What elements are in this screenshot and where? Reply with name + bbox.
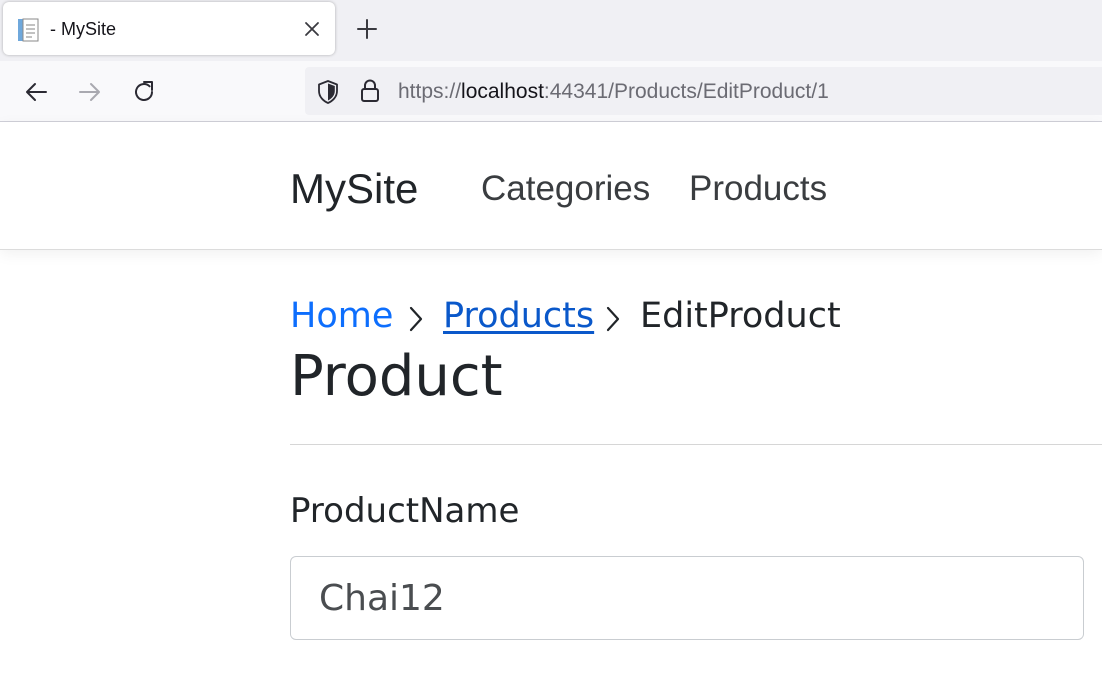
browser-toolbar: https://localhost:44341/Products/EditPro… (0, 61, 1102, 122)
shield-icon[interactable] (316, 79, 340, 105)
plus-icon[interactable] (354, 16, 380, 42)
url-path: :44341/Products/EditProduct/1 (543, 80, 829, 103)
arrow-left-icon[interactable] (22, 78, 50, 106)
product-name-label: ProductName (290, 491, 520, 531)
divider (290, 444, 1102, 445)
url-host: localhost (461, 80, 544, 103)
breadcrumb-products[interactable]: Products (443, 296, 594, 336)
product-name-input[interactable] (290, 556, 1084, 640)
nav-link-products[interactable]: Products (689, 169, 827, 209)
chevron-right-icon (603, 303, 623, 333)
site-brand[interactable]: MySite (290, 165, 418, 213)
breadcrumb-current: EditProduct (640, 296, 841, 336)
url-scheme: https:// (398, 80, 462, 103)
chevron-right-icon (406, 303, 426, 333)
nav-link-categories[interactable]: Categories (481, 169, 650, 209)
address-bar[interactable]: https://localhost:44341/Products/EditPro… (305, 67, 1102, 115)
lock-icon[interactable] (359, 78, 381, 104)
browser-tab-strip: - MySite (0, 0, 1102, 61)
tab-title: - MySite (50, 19, 117, 39)
close-icon[interactable] (301, 18, 323, 40)
browser-tab[interactable]: - MySite (3, 2, 335, 55)
url-text[interactable]: https://localhost:44341/Products/EditPro… (398, 80, 829, 104)
page-title: Product (290, 344, 503, 409)
breadcrumb-home[interactable]: Home (290, 296, 393, 336)
arrow-right-icon[interactable] (76, 78, 104, 106)
site-header: MySite Categories Products (0, 122, 1102, 250)
document-icon (17, 18, 39, 42)
reload-icon[interactable] (130, 78, 158, 106)
